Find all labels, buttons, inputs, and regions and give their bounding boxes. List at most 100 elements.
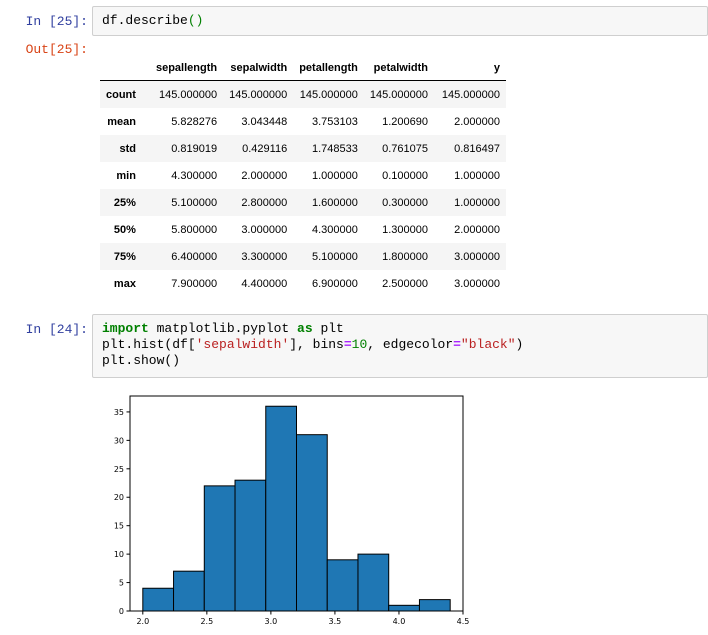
x-tick-label: 2.5 (200, 617, 213, 626)
table-body: count 145.000000 145.000000 145.000000 145.0… (100, 80, 506, 298)
keyword-as: as (297, 321, 313, 336)
table-cell: 3.000000 (454, 250, 500, 263)
code-cell-25[interactable]: df.describe() (92, 6, 708, 36)
code-line-1: import matplotlib.pyplot as plt (102, 321, 698, 337)
table-cell: 145.000000 (441, 88, 500, 101)
code-text: plt.hist(df[ (102, 337, 196, 352)
table-cell: 2.800000 (241, 196, 288, 209)
histogram-bar (142, 587, 175, 612)
table-cell: 145.000000 (229, 88, 288, 101)
column-header: sepalwidth (223, 56, 294, 81)
y-tick-label: 0 (119, 607, 124, 616)
code-string: 'sepalwidth' (195, 337, 290, 352)
keyword-import: import (102, 321, 149, 336)
table-cell: 6.900000 (311, 277, 358, 290)
table-cell: 2.000000 (241, 169, 288, 182)
histogram-bar (173, 570, 205, 612)
table-cell: 2.500000 (382, 277, 428, 290)
row-label: mean (107, 115, 136, 128)
table-cell: 145.000000 (299, 88, 358, 101)
x-tick-label: 2.0 (136, 617, 149, 626)
histogram-bar (388, 604, 420, 612)
row-label: count (106, 88, 136, 101)
code-text: df.describe (102, 13, 188, 28)
code-operator: = (453, 337, 461, 352)
table-cell: 0.429116 (242, 142, 288, 155)
table-cell: 145.000000 (369, 88, 428, 101)
index-header (100, 56, 150, 81)
table-row: count 145.000000 145.000000 145.000000 145.0… (100, 80, 506, 108)
code-cell-24[interactable]: import matplotlib.pyplot as plt plt.hist(… (92, 314, 708, 378)
code-text: , edgecolor (367, 337, 454, 352)
table-cell: 5.828276 (171, 115, 218, 128)
table-cell: 6.400000 (171, 250, 218, 263)
code-line-3: plt.show() (102, 353, 181, 368)
x-tick-label: 4.5 (457, 617, 470, 626)
x-tick-label: 4.0 (393, 617, 406, 626)
row-label: 75% (113, 250, 136, 263)
histogram-chart: 2.0 2.5 3.0 3.5 4.0 4.5 0 5 10 15 20 25 30 35 (114, 395, 470, 626)
row-label: 50% (113, 223, 136, 236)
table-cell: 4.300000 (171, 169, 218, 182)
y-tick-label: 5 (119, 579, 124, 588)
bars-group (142, 405, 451, 612)
table-cell: 3.000000 (454, 277, 500, 290)
table-cell: 0.761075 (382, 142, 428, 155)
table-cell: 145.000000 (158, 88, 218, 101)
code-number: 10 (351, 337, 368, 352)
table-row: mean 5.828276 3.043448 3.753103 1.200690 2.00… (100, 108, 506, 135)
table-cell: 0.816497 (454, 142, 500, 155)
y-tick-label: 20 (114, 493, 124, 502)
table-cell: 5.100000 (171, 196, 218, 209)
y-tick-label: 15 (114, 522, 124, 531)
table-cell: 3.753103 (311, 115, 358, 128)
column-header: y (434, 56, 506, 81)
table-cell: 5.800000 (171, 223, 218, 236)
histogram-bar (265, 405, 297, 612)
table-cell: 1.600000 (311, 196, 358, 209)
code-string: "black" (460, 337, 516, 352)
table-cell: 0.819019 (171, 142, 218, 155)
code-text: ) (515, 337, 524, 352)
column-header: sepallength (149, 56, 224, 81)
out-prompt-25: Out[25]: (25, 42, 88, 57)
histogram-bar (418, 599, 451, 612)
y-tick-label: 10 (114, 550, 124, 559)
y-tick-label: 30 (114, 436, 124, 445)
table-cell: 3.000000 (241, 223, 288, 236)
histogram-bar (357, 553, 390, 612)
x-tick-label: 3.5 (329, 617, 342, 626)
code-operator: = (343, 337, 352, 352)
table-row: max 7.900000 4.400000 6.900000 2.500000 3.000… (100, 270, 506, 297)
table-cell: 4.400000 (241, 277, 288, 290)
table-cell: 7.900000 (171, 277, 218, 290)
table-row: 50% 5.800000 3.000000 4.300000 1.300000 2.000… (100, 216, 506, 243)
table-cell: 1.000000 (454, 169, 500, 182)
table-cell: 1.200690 (382, 115, 428, 128)
code-paren-close: ) (195, 13, 204, 28)
y-tick-label: 35 (114, 408, 124, 417)
row-label: 25% (113, 196, 136, 209)
table-cell: 2.000000 (454, 223, 500, 236)
table-cell: 0.100000 (382, 169, 428, 182)
table-header-row: sepallength sepalwidth petallength petal… (100, 56, 506, 81)
table-cell: 4.300000 (311, 223, 358, 236)
table-cell: 5.100000 (311, 250, 358, 263)
histogram-bar (326, 559, 359, 612)
code-paren-open: ( (187, 13, 196, 28)
table-cell: 3.300000 (241, 250, 288, 263)
in-prompt-24: In [24]: (25, 322, 88, 337)
histogram-bar (296, 434, 328, 612)
histogram-bar (234, 479, 267, 612)
table-row: 25% 5.100000 2.800000 1.600000 0.300000 1.000… (100, 189, 506, 216)
table-cell: 1.300000 (382, 223, 428, 236)
row-label: std (119, 142, 136, 155)
code-module: matplotlib.pyplot (148, 321, 298, 336)
table-cell: 1.800000 (382, 250, 428, 263)
table-cell: 3.043448 (241, 115, 288, 128)
histogram-bar (203, 485, 236, 612)
table-cell: 1.748533 (311, 142, 358, 155)
table-row: std 0.819019 0.429116 1.748533 0.761075 0.816… (100, 135, 506, 162)
table-row: 75% 6.400000 3.300000 5.100000 1.800000 3.000… (100, 243, 506, 270)
row-label: min (116, 169, 136, 182)
